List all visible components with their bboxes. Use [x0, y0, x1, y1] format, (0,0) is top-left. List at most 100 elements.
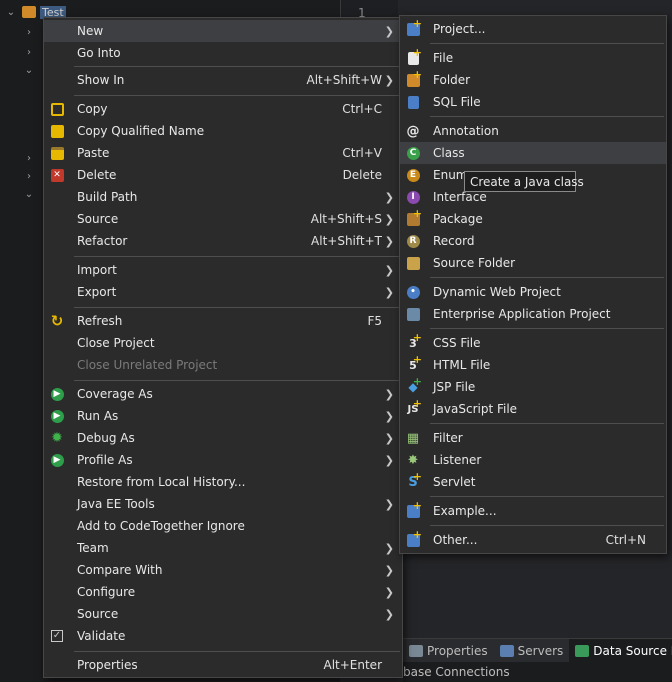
menu-item-copy-qualified-name[interactable]: Copy Qualified Name [44, 120, 402, 142]
submenu-item-jsp-file[interactable]: ◆ + JSP File [400, 376, 666, 398]
menu-item-label: Copy Qualified Name [77, 124, 205, 138]
menu-item-refactor[interactable]: Refactor Alt+Shift+T ❯ [44, 230, 402, 252]
enum-icon: E [405, 167, 421, 183]
submenu-item-filter[interactable]: ▦ Filter [400, 427, 666, 449]
menu-item-show-in[interactable]: Show In Alt+Shift+W ❯ [44, 69, 402, 91]
submenu-item-dynamic-web-project[interactable]: • Dynamic Web Project [400, 281, 666, 303]
sql-file-icon [405, 94, 421, 110]
menu-item-label: Validate [77, 629, 126, 643]
menu-item-validate[interactable]: ✓ Validate [44, 625, 402, 647]
menu-separator [430, 328, 664, 329]
menu-item-copy[interactable]: Copy Ctrl+C [44, 98, 402, 120]
chevron-down-icon[interactable]: ⌄ [22, 189, 36, 200]
chevron-right-icon: ❯ [384, 431, 394, 445]
chevron-down-icon[interactable]: ⌄ [22, 65, 36, 76]
tab-label: Servers [517, 643, 564, 658]
menu-item-label: New [77, 24, 104, 38]
submenu-item-folder[interactable]: + Folder [400, 69, 666, 91]
menu-item-configure[interactable]: Configure ❯ [44, 581, 402, 603]
menu-item-label: Other... [433, 533, 478, 547]
tab-properties[interactable]: Properties [403, 639, 494, 663]
menu-item-properties[interactable]: Properties Alt+Enter [44, 654, 402, 676]
menu-item-run-as[interactable]: ▶ Run As ❯ [44, 405, 402, 427]
tree-row[interactable]: › [22, 166, 36, 186]
new-folder-icon: + [405, 69, 422, 88]
tree-row[interactable]: ⌄ [22, 184, 36, 204]
submenu-item-other[interactable]: + Other... Ctrl+N [400, 529, 666, 551]
data-source-tree-text: base Connections [403, 662, 672, 682]
menu-item-team[interactable]: Team ❯ [44, 537, 402, 559]
tooltip: Create a Java class [464, 171, 584, 192]
tab-data-source-explorer[interactable]: Data Source Expl [569, 638, 672, 663]
validate-icon: ✓ [51, 630, 63, 642]
menu-item-label: Source [77, 607, 119, 621]
submenu-item-annotation[interactable]: @ Annotation [400, 120, 666, 142]
menu-item-new[interactable]: New ❯ [44, 20, 402, 42]
menu-item-restore-local-history[interactable]: Restore from Local History... [44, 471, 402, 493]
menu-item-close-unrelated-project: Close Unrelated Project [44, 354, 402, 376]
menu-item-refresh[interactable]: ↻ Refresh F5 [44, 310, 402, 332]
submenu-item-file[interactable]: + File [400, 47, 666, 69]
submenu-item-enterprise-application-project[interactable]: Enterprise Application Project [400, 303, 666, 325]
submenu-item-package[interactable]: + Package [400, 208, 666, 230]
filter-icon: ▦ [406, 430, 420, 446]
profile-icon: ▶ [49, 452, 65, 468]
shortcut-label: Ctrl+N [605, 533, 646, 547]
dynamic-web-project-icon: • [405, 284, 421, 300]
submenu-item-class[interactable]: C Class [400, 142, 666, 164]
submenu-item-html-file[interactable]: 5 + HTML File [400, 354, 666, 376]
menu-item-import[interactable]: Import ❯ [44, 259, 402, 281]
menu-item-delete[interactable]: ✕ Delete Delete [44, 164, 402, 186]
menu-item-coverage-as[interactable]: ▶ Coverage As ❯ [44, 383, 402, 405]
menu-item-close-project[interactable]: Close Project [44, 332, 402, 354]
menu-item-label: Class [433, 146, 465, 160]
menu-item-label: Example... [433, 504, 497, 518]
menu-item-source[interactable]: Source Alt+Shift+S ❯ [44, 208, 402, 230]
tree-row[interactable]: › [22, 22, 36, 42]
menu-separator [430, 525, 664, 526]
menu-item-label: Close Project [77, 336, 155, 350]
menu-item-source-2[interactable]: Source ❯ [44, 603, 402, 625]
menu-item-compare-with[interactable]: Compare With ❯ [44, 559, 402, 581]
package-icon: + [405, 208, 422, 227]
menu-item-go-into[interactable]: Go Into [44, 42, 402, 64]
menu-item-java-ee-tools[interactable]: Java EE Tools ❯ [44, 493, 402, 515]
menu-separator [74, 256, 400, 257]
chevron-right-icon[interactable]: › [22, 47, 36, 58]
html-file-icon: 5 + [409, 353, 422, 372]
menu-item-label: Configure [77, 585, 136, 599]
menu-item-debug-as[interactable]: ✹ Debug As ❯ [44, 427, 402, 449]
chevron-right-icon[interactable]: › [22, 171, 36, 182]
submenu-item-sql-file[interactable]: SQL File [400, 91, 666, 113]
menu-item-export[interactable]: Export ❯ [44, 281, 402, 303]
tree-row[interactable]: ⌄ [22, 60, 36, 80]
menu-item-label: Enum [433, 168, 468, 182]
submenu-item-example[interactable]: + Example... [400, 500, 666, 522]
menu-item-label: Project... [433, 22, 486, 36]
menu-item-label: Delete [77, 168, 117, 182]
menu-item-build-path[interactable]: Build Path ❯ [44, 186, 402, 208]
shortcut-label: F5 [367, 314, 382, 328]
chevron-right-icon[interactable]: › [22, 153, 36, 164]
submenu-item-css-file[interactable]: 3 + CSS File [400, 332, 666, 354]
new-file-icon: + [405, 47, 422, 66]
tab-servers[interactable]: Servers [494, 639, 570, 663]
menu-item-label: Go Into [77, 46, 121, 60]
menu-item-label: Team [77, 541, 109, 555]
chevron-right-icon: ❯ [384, 409, 394, 423]
submenu-item-record[interactable]: R Record [400, 230, 666, 252]
submenu-item-listener[interactable]: ✸ Listener [400, 449, 666, 471]
menu-item-label: Import [77, 263, 117, 277]
tree-row[interactable]: › [22, 148, 36, 168]
submenu-item-javascript-file[interactable]: JS + JavaScript File [400, 398, 666, 420]
submenu-item-project[interactable]: + Project... [400, 18, 666, 40]
menu-item-codetogether-ignore[interactable]: Add to CodeTogether Ignore [44, 515, 402, 537]
chevron-right-icon[interactable]: › [22, 27, 36, 38]
submenu-item-servlet[interactable]: S + Servlet [400, 471, 666, 493]
shortcut-label: Ctrl+C [342, 102, 382, 116]
chevron-down-icon[interactable]: ⌄ [4, 7, 18, 18]
submenu-item-source-folder[interactable]: Source Folder [400, 252, 666, 274]
menu-item-profile-as[interactable]: ▶ Profile As ❯ [44, 449, 402, 471]
tree-row[interactable]: › [22, 42, 36, 62]
menu-item-paste[interactable]: Paste Ctrl+V [44, 142, 402, 164]
